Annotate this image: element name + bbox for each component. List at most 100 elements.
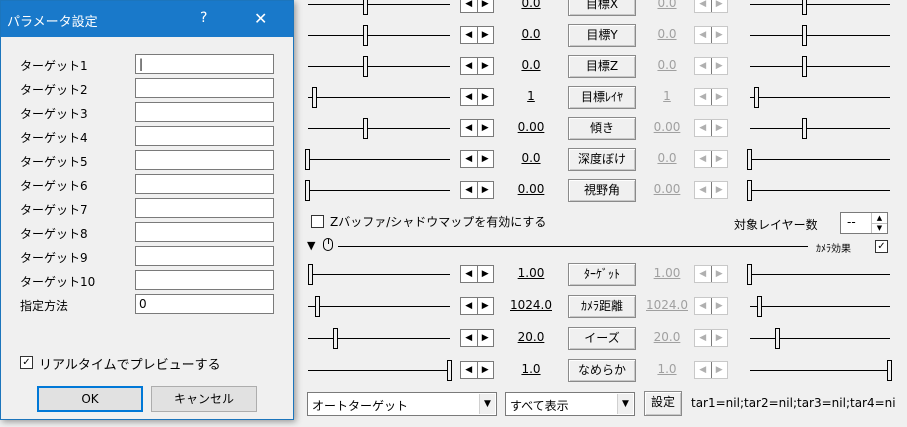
field-input[interactable] xyxy=(135,246,274,266)
start-stepper[interactable]: ◀ ▶ xyxy=(460,265,494,283)
start-stepper[interactable]: ◀ ▶ xyxy=(460,26,494,44)
field-input[interactable]: 0 xyxy=(135,294,274,314)
right-arrow-icon[interactable]: ▶ xyxy=(476,58,494,74)
start-value[interactable]: 0.0 xyxy=(506,0,556,10)
end-stepper[interactable]: ◀ ▶ xyxy=(694,297,728,315)
camera-effect-checkbox[interactable]: ✓ xyxy=(875,240,888,253)
start-value[interactable]: 1.0 xyxy=(506,362,556,376)
end-value-slider[interactable] xyxy=(750,190,890,191)
parameter-button[interactable]: イーズ xyxy=(568,327,636,350)
right-arrow-icon[interactable]: ▶ xyxy=(476,298,494,314)
start-slider-thumb[interactable] xyxy=(312,87,318,108)
start-stepper[interactable]: ◀ ▶ xyxy=(460,0,494,13)
start-stepper[interactable]: ◀ ▶ xyxy=(460,361,494,379)
end-value[interactable]: 1.00 xyxy=(644,266,690,280)
end-value-slider[interactable] xyxy=(750,159,890,160)
left-arrow-icon[interactable]: ◀ xyxy=(695,266,711,282)
left-arrow-icon[interactable]: ◀ xyxy=(695,362,711,378)
parameter-button[interactable]: ﾀｰｹﾞｯﾄ xyxy=(568,263,636,286)
right-arrow-icon[interactable]: ▶ xyxy=(476,330,494,346)
start-value-slider[interactable] xyxy=(308,370,450,371)
left-arrow-icon[interactable]: ◀ xyxy=(461,120,477,136)
end-slider-thumb[interactable] xyxy=(754,87,759,108)
target-mode-select[interactable]: オートターゲット ▼ xyxy=(307,392,497,416)
end-stepper[interactable]: ◀ ▶ xyxy=(694,88,728,106)
end-slider-thumb[interactable] xyxy=(747,180,752,201)
end-slider-thumb[interactable] xyxy=(801,56,807,77)
right-arrow-icon[interactable]: ▶ xyxy=(476,0,494,12)
spinner-down-button[interactable]: ▼ xyxy=(871,223,887,233)
start-slider-thumb[interactable] xyxy=(363,25,369,46)
start-value[interactable]: 20.0 xyxy=(506,330,556,344)
right-arrow-icon[interactable]: ▶ xyxy=(476,182,494,198)
start-slider-thumb[interactable] xyxy=(305,149,310,170)
end-slider-thumb[interactable] xyxy=(747,264,752,285)
realtime-preview-checkbox[interactable]: ✓ xyxy=(20,356,33,369)
start-stepper[interactable]: ◀ ▶ xyxy=(460,181,494,199)
left-arrow-icon[interactable]: ◀ xyxy=(695,120,711,136)
right-arrow-icon[interactable]: ▶ xyxy=(710,0,728,12)
left-arrow-icon[interactable]: ◀ xyxy=(695,89,711,105)
end-value[interactable]: 1.0 xyxy=(644,362,690,376)
right-arrow-icon[interactable]: ▶ xyxy=(710,58,728,74)
start-value-slider[interactable] xyxy=(308,4,450,5)
start-value-slider[interactable] xyxy=(308,159,450,160)
field-input[interactable] xyxy=(135,198,274,218)
end-slider-thumb[interactable] xyxy=(775,328,780,349)
right-arrow-icon[interactable]: ▶ xyxy=(476,362,494,378)
target-layer-count-spinner[interactable]: -- ▲ ▼ xyxy=(840,212,888,234)
start-value[interactable]: 0.0 xyxy=(506,151,556,165)
end-value[interactable]: 0.0 xyxy=(644,151,690,165)
parameter-button[interactable]: 視野角 xyxy=(568,179,636,202)
display-select[interactable]: すべて表示 ▼ xyxy=(505,392,635,416)
start-slider-thumb[interactable] xyxy=(447,360,452,381)
end-stepper[interactable]: ◀ ▶ xyxy=(694,0,728,13)
end-value-slider[interactable] xyxy=(750,370,890,371)
end-value[interactable]: 0.00 xyxy=(644,120,690,134)
end-stepper[interactable]: ◀ ▶ xyxy=(694,119,728,137)
left-arrow-icon[interactable]: ◀ xyxy=(461,182,477,198)
parameter-button[interactable]: なめらか xyxy=(568,359,636,382)
start-value[interactable]: 1024.0 xyxy=(506,298,556,312)
end-stepper[interactable]: ◀ ▶ xyxy=(694,329,728,347)
end-value-slider[interactable] xyxy=(750,66,890,67)
start-value[interactable]: 1.00 xyxy=(506,266,556,280)
end-slider-thumb[interactable] xyxy=(756,296,762,317)
end-value-slider[interactable] xyxy=(750,338,890,339)
help-icon[interactable]: ? xyxy=(200,10,207,26)
parameter-button[interactable]: 目標Y xyxy=(568,24,636,47)
field-input[interactable]: | xyxy=(135,54,274,74)
cancel-button[interactable]: キャンセル xyxy=(151,386,257,412)
left-arrow-icon[interactable]: ◀ xyxy=(695,330,711,346)
start-value[interactable]: 0.00 xyxy=(506,182,556,196)
field-input[interactable] xyxy=(135,270,274,290)
left-arrow-icon[interactable]: ◀ xyxy=(695,298,711,314)
end-stepper[interactable]: ◀ ▶ xyxy=(694,150,728,168)
end-stepper[interactable]: ◀ ▶ xyxy=(694,265,728,283)
start-slider-thumb[interactable] xyxy=(363,118,369,139)
start-value-slider[interactable] xyxy=(308,97,450,98)
left-arrow-icon[interactable]: ◀ xyxy=(695,182,711,198)
ok-button[interactable]: OK xyxy=(37,386,143,412)
left-arrow-icon[interactable]: ◀ xyxy=(461,89,477,105)
close-icon[interactable]: ✕ xyxy=(254,9,267,28)
left-arrow-icon[interactable]: ◀ xyxy=(695,27,711,43)
right-arrow-icon[interactable]: ▶ xyxy=(710,330,728,346)
end-value[interactable]: 0.0 xyxy=(644,27,690,41)
start-value-slider[interactable] xyxy=(308,128,450,129)
start-value[interactable]: 0.00 xyxy=(506,120,556,134)
start-value[interactable]: 0.0 xyxy=(506,58,556,72)
right-arrow-icon[interactable]: ▶ xyxy=(710,89,728,105)
start-stepper[interactable]: ◀ ▶ xyxy=(460,150,494,168)
end-stepper[interactable]: ◀ ▶ xyxy=(694,361,728,379)
start-slider-thumb[interactable] xyxy=(307,264,313,285)
end-value[interactable]: 20.0 xyxy=(644,330,690,344)
end-value-slider[interactable] xyxy=(750,4,890,5)
start-slider-thumb[interactable] xyxy=(363,0,369,15)
end-value-slider[interactable] xyxy=(750,306,890,307)
right-arrow-icon[interactable]: ▶ xyxy=(710,182,728,198)
right-arrow-icon[interactable]: ▶ xyxy=(710,266,728,282)
start-value-slider[interactable] xyxy=(308,274,450,275)
end-slider-thumb[interactable] xyxy=(801,118,807,139)
start-value-slider[interactable] xyxy=(308,306,450,307)
